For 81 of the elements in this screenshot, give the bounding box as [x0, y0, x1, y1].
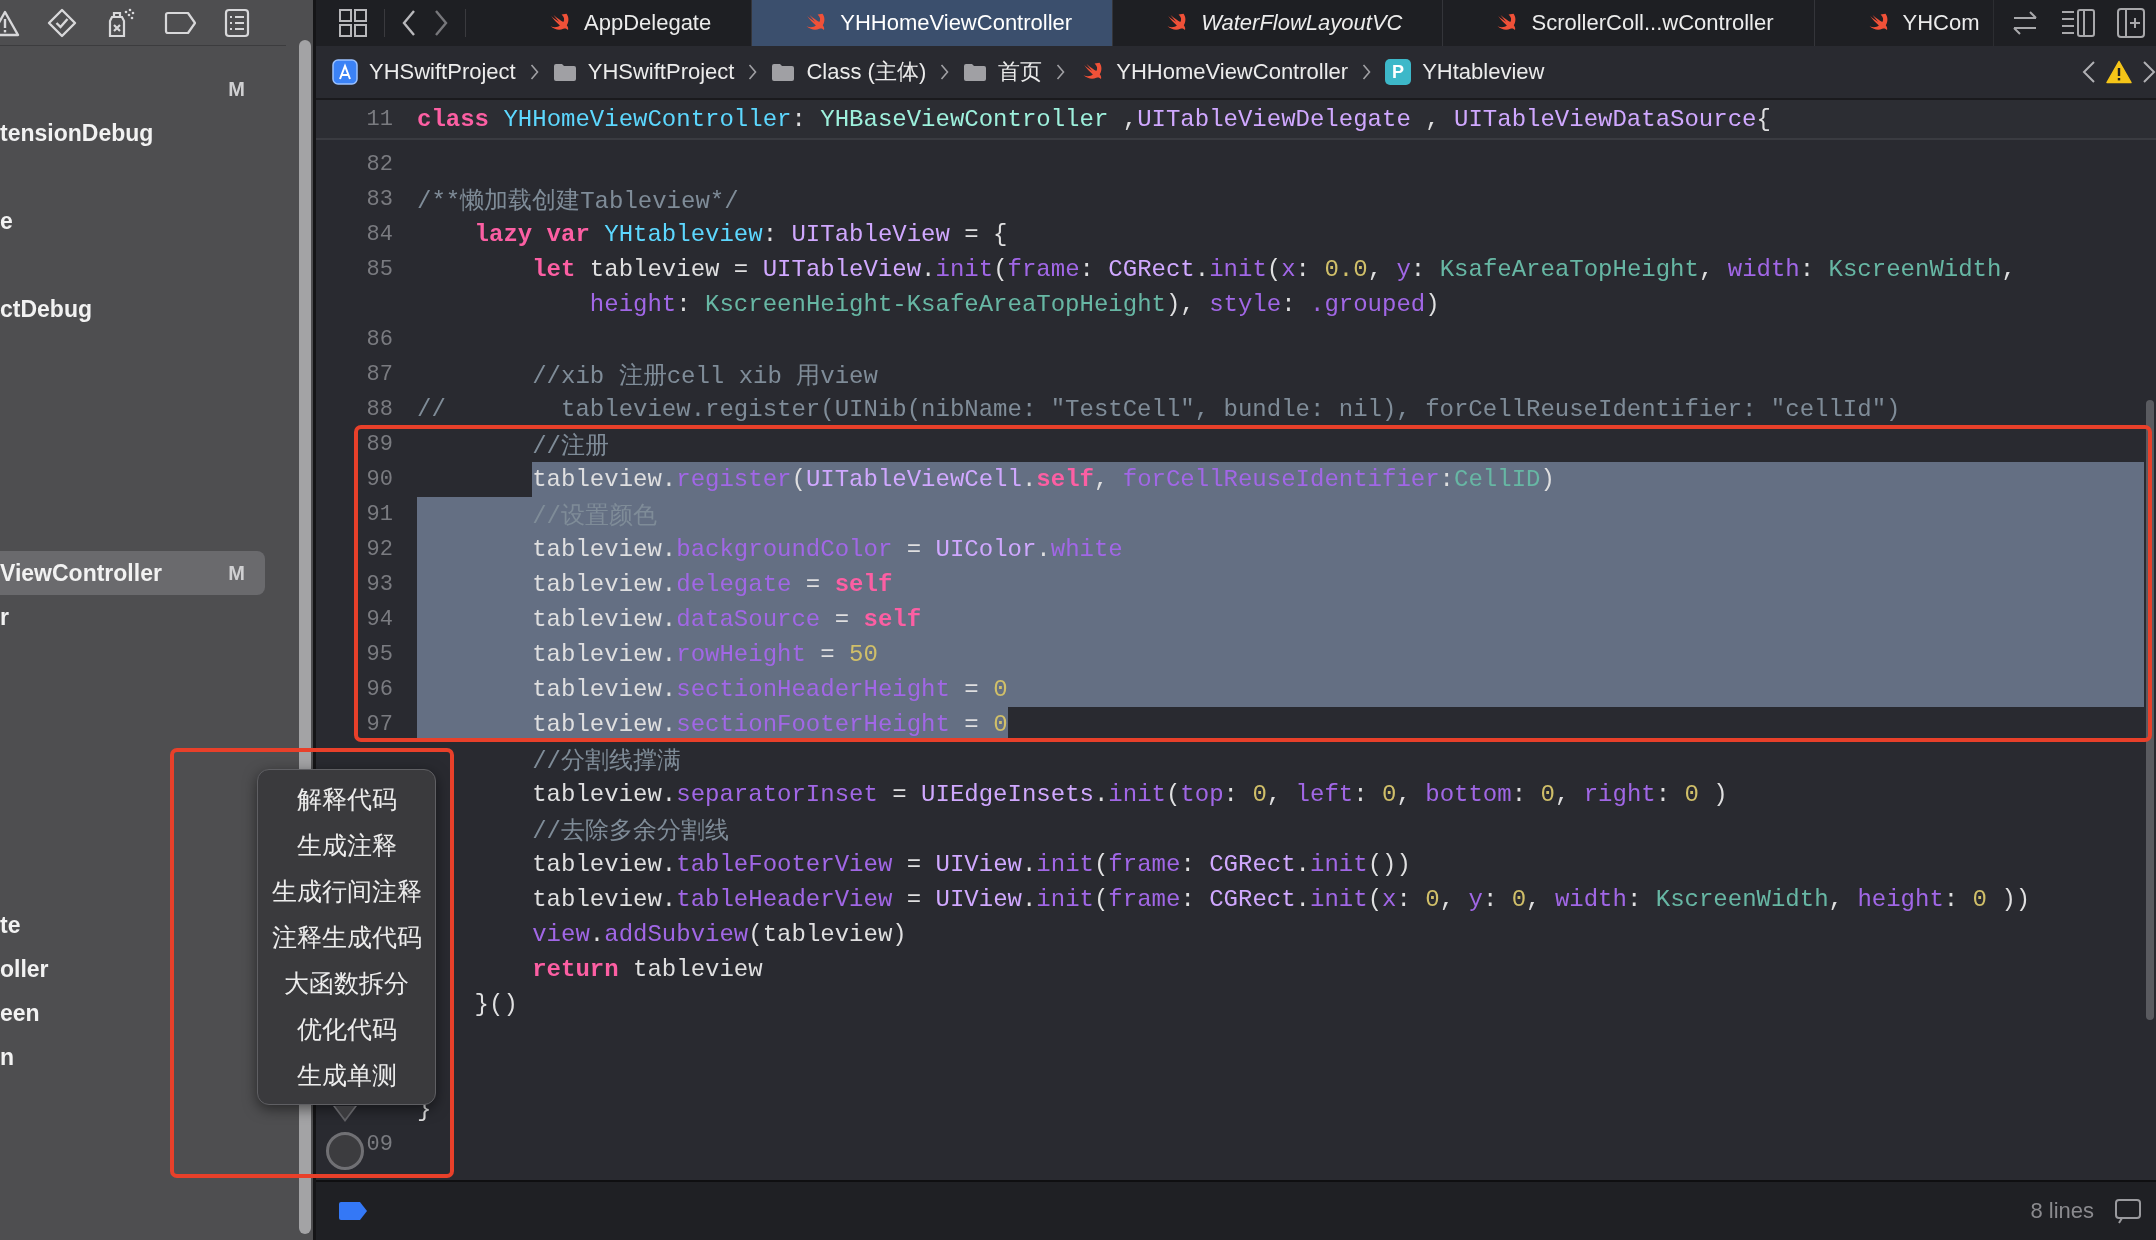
line-number: 82	[366, 152, 393, 177]
menu-item[interactable]: 生成行间注释	[258, 868, 435, 914]
breakpoint-icon[interactable]	[338, 1201, 368, 1221]
code-line: class YHHomeViewController: YHBaseViewController ,UITableViewDelegate , UITableViewDataSource{	[417, 104, 1772, 135]
add-editor-icon[interactable]	[2116, 7, 2146, 39]
app-icon	[332, 59, 358, 85]
line-count: 8 lines	[2030, 1198, 2094, 1224]
property-badge: P	[1385, 59, 1412, 85]
menu-item[interactable]: 解释代码	[258, 776, 435, 822]
editor-layout-icon[interactable]	[2060, 8, 2096, 38]
file-item[interactable]: ViewController M	[0, 551, 265, 595]
line-number: 90	[366, 467, 393, 492]
breadcrumb[interactable]: YHSwiftProject	[552, 59, 735, 85]
menu-item[interactable]: 注释生成代码	[258, 914, 435, 960]
code-line: let tableview = UITableView.init(frame: CGRect.init(x: 0.0, y: KsafeAreaTopHeight, width: KscreenWidth,	[531, 255, 2017, 285]
line-number: 92	[366, 537, 393, 562]
file-item[interactable]: r	[0, 595, 265, 639]
code-line: // tableview.register(UINib(nibName: "TestCell", bundle: nil), forCellReuseIdentifier: "cellId")	[417, 395, 1902, 425]
scrollbar[interactable]	[2146, 400, 2154, 1020]
menu-item[interactable]: 大函数拆分	[258, 960, 435, 1006]
menu-item[interactable]: 生成注释	[258, 822, 435, 868]
file-item[interactable]: e	[0, 199, 265, 243]
chevron-icon	[529, 63, 539, 81]
line-number: 11	[366, 106, 393, 132]
menu-item[interactable]: 优化代码	[258, 1006, 435, 1052]
line-number: 95	[366, 642, 393, 667]
code-line: lazy var YHtableview: UITableView = {	[473, 220, 1009, 250]
back-icon[interactable]	[401, 9, 417, 37]
line-number: 85	[366, 257, 393, 282]
menu-item[interactable]: 生成单测	[258, 1052, 435, 1098]
chevron-icon	[940, 63, 950, 81]
code-line: view.addSubview(tableview)	[531, 920, 908, 950]
forward-icon[interactable]	[433, 9, 449, 37]
code-line: }()	[473, 990, 519, 1020]
previous-issue-icon[interactable]	[2082, 60, 2096, 84]
code-line: return tableview	[531, 955, 764, 985]
warning-icon[interactable]	[2106, 60, 2132, 84]
breadcrumb[interactable]: 首页	[963, 57, 1043, 87]
line-number: 88	[366, 397, 393, 422]
folder-icon	[771, 61, 796, 83]
line-number: 94	[366, 607, 393, 632]
grid-icon[interactable]	[338, 8, 368, 38]
code-line: tableview.separatorInset = UIEdgeInsets.init(top: 0, left: 0, bottom: 0, right: 0 )	[531, 780, 1729, 810]
code-line: //xib 注册cell xib 用view	[531, 361, 879, 392]
line-number: 96	[366, 677, 393, 702]
line-number: 09	[366, 1132, 393, 1157]
folder-icon	[963, 61, 988, 83]
breadcrumb[interactable]: YHSwiftProject	[332, 59, 516, 85]
breadcrumb[interactable]: P YHtableview	[1385, 59, 1545, 85]
diamond-check-icon[interactable]	[47, 7, 77, 38]
line-number: 93	[366, 572, 393, 597]
code-line: tableview.tableFooterView = UIView.init(frame: CGRect.init())	[531, 850, 1412, 880]
editor-tab[interactable]: YHCom	[1814, 0, 1993, 46]
code-line: height: KscreenHeight-KsafeAreaTopHeight), style: .grouped)	[588, 290, 1441, 320]
status-label: M	[228, 561, 245, 585]
status-label: M	[228, 77, 245, 101]
breadcrumb[interactable]: YHHomeViewController	[1079, 59, 1349, 85]
chevron-icon	[1362, 63, 1372, 81]
code-line: tableview.tableHeaderView = UIView.init(frame: CGRect.init(x: 0, y: 0, width: KscreenWidth, height: 0 ))	[531, 885, 2032, 915]
line-number: 87	[366, 362, 393, 387]
line-number: 91	[366, 502, 393, 527]
code-line: //去除多余分割线	[531, 816, 731, 847]
line-number: 89	[366, 432, 393, 457]
console-icon[interactable]	[2114, 1198, 2142, 1224]
code-line: //注册	[531, 431, 611, 462]
line-number: 86	[366, 327, 393, 352]
line-number: 84	[366, 222, 393, 247]
tag-icon[interactable]	[163, 10, 197, 35]
file-item[interactable]: ctDebug	[0, 287, 265, 331]
breadcrumb[interactable]: Class (主体)	[771, 57, 927, 87]
chevron-icon	[748, 63, 758, 81]
file-item[interactable]: tensionDebug	[0, 111, 265, 155]
folder-icon	[552, 61, 577, 83]
line-number: 83	[366, 187, 393, 212]
list-icon[interactable]	[224, 7, 250, 38]
editor-tab[interactable]: YHHomeViewController	[752, 0, 1114, 46]
code-line: //分割线撑满	[531, 746, 683, 777]
chevron-icon	[1056, 63, 1066, 81]
next-issue-icon[interactable]	[2142, 60, 2156, 84]
code-line: /**懒加载创建Tableview*/	[417, 186, 740, 217]
line-number: 97	[366, 712, 393, 737]
